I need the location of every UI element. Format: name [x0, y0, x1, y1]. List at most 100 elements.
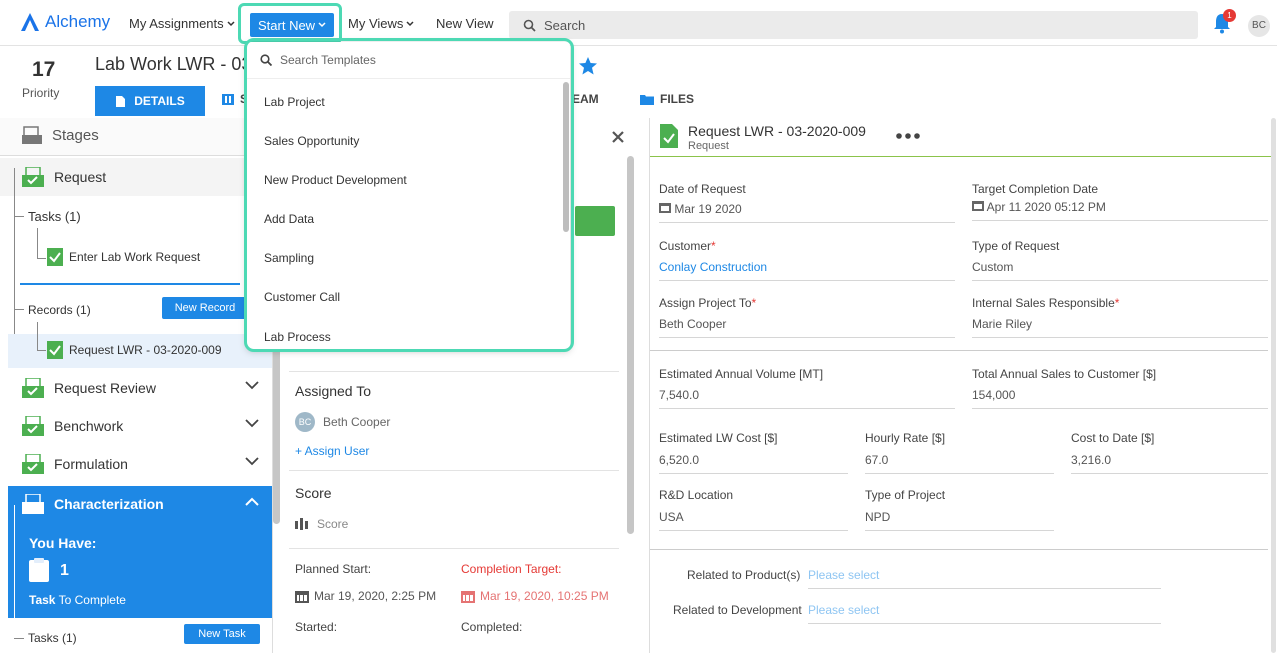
- completion-target-label: Completion Target:: [461, 562, 562, 576]
- assignee-name: Beth Cooper: [323, 415, 391, 429]
- new-view-link[interactable]: New View: [436, 16, 494, 31]
- tasks-label: Tasks (1): [28, 209, 81, 224]
- type-of-project-label: Type of Project: [865, 488, 946, 502]
- tree-connector: [37, 258, 46, 259]
- tree-connector: [14, 505, 15, 653]
- stage-divider: [20, 283, 240, 285]
- customer-label-text: Customer: [659, 239, 712, 253]
- target-completion-label: Target Completion Date: [972, 182, 1099, 196]
- customer-field[interactable]: Conlay Construction: [659, 260, 955, 281]
- star-icon[interactable]: [578, 56, 598, 76]
- record-item-request[interactable]: Request LWR - 03-2020-009: [47, 341, 222, 359]
- global-search[interactable]: Search: [509, 11, 1198, 39]
- stage-characterization-label: Characterization: [54, 496, 164, 512]
- divider: [289, 371, 619, 372]
- tree-connector: [37, 350, 46, 351]
- search-icon: [523, 19, 536, 32]
- priority-value: 17: [32, 58, 56, 81]
- score-label: Score: [295, 485, 332, 501]
- type-of-request-field[interactable]: Custom: [972, 260, 1268, 281]
- stage-formulation[interactable]: Formulation: [0, 445, 273, 483]
- started-label: Started:: [295, 620, 338, 634]
- total-sales-label: Total Annual Sales to Customer [$]: [972, 367, 1157, 381]
- tree-connector: [14, 309, 24, 310]
- task-count: 1: [60, 562, 69, 579]
- right-scrollbar[interactable]: [1271, 118, 1276, 653]
- task-item-label: Enter Lab Work Request: [69, 250, 201, 264]
- est-volume-field[interactable]: 7,540.0: [659, 388, 955, 409]
- tab-team[interactable]: EAM: [572, 92, 599, 106]
- hourly-rate-label: Hourly Rate [$]: [865, 431, 946, 445]
- divider: [650, 549, 1268, 550]
- alchemy-logo[interactable]: Alchemy: [20, 12, 110, 32]
- record-title: Request LWR - 03-2020-009: [688, 123, 866, 139]
- stage-request[interactable]: Request: [0, 158, 273, 196]
- tab-details-label: DETAILS: [134, 94, 185, 108]
- chevron-down-icon: [245, 457, 259, 466]
- record-subtitle: Request: [688, 140, 729, 152]
- middle-scrollbar[interactable]: [627, 156, 634, 534]
- new-task-button[interactable]: New Task: [184, 624, 260, 644]
- stage-characterization[interactable]: Characterization: [0, 485, 273, 523]
- clipboard-icon: [29, 558, 49, 582]
- alchemy-logo-icon: [21, 13, 39, 31]
- required-mark: *: [1114, 296, 1120, 310]
- hourly-rate-field[interactable]: 67.0: [865, 453, 1054, 474]
- left-scrollbar[interactable]: [273, 336, 280, 524]
- page-title: Lab Work LWR - 03: [95, 54, 252, 74]
- total-sales-field[interactable]: 154,000: [972, 388, 1268, 409]
- new-record-button[interactable]: New Record: [162, 297, 248, 319]
- internal-sales-field[interactable]: Marie Riley: [972, 317, 1268, 338]
- record-document-icon: [660, 124, 678, 148]
- grid-icon: [222, 93, 234, 105]
- my-views-menu[interactable]: My Views: [348, 16, 414, 31]
- completion-target-value: Mar 19, 2020, 10:25 PM: [461, 589, 609, 603]
- related-development-select[interactable]: Please select: [808, 603, 1161, 624]
- planned-start-value: Mar 19, 2020, 2:25 PM: [295, 589, 436, 603]
- stage-formulation-label: Formulation: [54, 456, 128, 472]
- you-have-label: You Have:: [29, 535, 97, 551]
- tab-files[interactable]: FILES: [640, 92, 694, 106]
- tasks-bottom-label: Tasks (1): [28, 631, 77, 645]
- related-product-select[interactable]: Please select: [808, 568, 1161, 589]
- dropdown-highlight: [244, 38, 574, 352]
- task-word: Task: [29, 593, 56, 607]
- close-icon[interactable]: [612, 131, 624, 143]
- task-item-enter-lab-work[interactable]: Enter Lab Work Request: [47, 248, 200, 266]
- est-volume-label: Estimated Annual Volume [MT]: [659, 367, 824, 381]
- related-development-label: Related to Development: [673, 603, 802, 617]
- task-to-complete: Task To Complete: [29, 593, 126, 607]
- stage-benchwork[interactable]: Benchwork: [0, 407, 273, 445]
- calendar-icon: [295, 590, 309, 603]
- stage-request-review[interactable]: Request Review: [0, 369, 273, 407]
- internal-sales-label: Internal Sales Responsible*: [972, 296, 1119, 310]
- score-field[interactable]: Score: [295, 517, 348, 531]
- search-placeholder: Search: [544, 17, 586, 33]
- cost-to-date-field[interactable]: 3,216.0: [1071, 453, 1268, 474]
- my-assignments-menu[interactable]: My Assignments: [129, 16, 235, 31]
- more-options-icon[interactable]: [896, 133, 920, 139]
- logo-text: Alchemy: [45, 12, 111, 31]
- customer-label: Customer*: [659, 239, 716, 253]
- tab-details[interactable]: DETAILS: [95, 86, 205, 116]
- tree-connector: [37, 228, 38, 258]
- to-complete-text: To Complete: [58, 593, 126, 607]
- est-cost-field[interactable]: 6,520.0: [659, 453, 848, 474]
- chevron-down-icon: [245, 419, 259, 428]
- user-avatar[interactable]: BC: [1248, 15, 1270, 37]
- target-completion-field[interactable]: Apr 11 2020 05:12 PM: [972, 200, 1268, 221]
- rd-location-field[interactable]: USA: [659, 510, 848, 531]
- required-mark: *: [751, 296, 757, 310]
- assign-project-field[interactable]: Beth Cooper: [659, 317, 955, 338]
- chevron-up-icon: [245, 497, 259, 506]
- type-of-project-field[interactable]: NPD: [865, 510, 1054, 531]
- completion-target-text: Mar 19, 2020, 10:25 PM: [480, 589, 609, 603]
- record-check-icon: [47, 341, 63, 359]
- stage-check-icon: [22, 167, 44, 187]
- date-of-request-field[interactable]: Mar 19 2020: [659, 202, 955, 223]
- green-action-button[interactable]: [575, 206, 615, 236]
- assignee[interactable]: BC Beth Cooper: [295, 412, 390, 432]
- stage-check-icon: [22, 454, 44, 474]
- tab-team-label: EAM: [572, 92, 599, 106]
- assign-user-link[interactable]: + Assign User: [295, 444, 369, 458]
